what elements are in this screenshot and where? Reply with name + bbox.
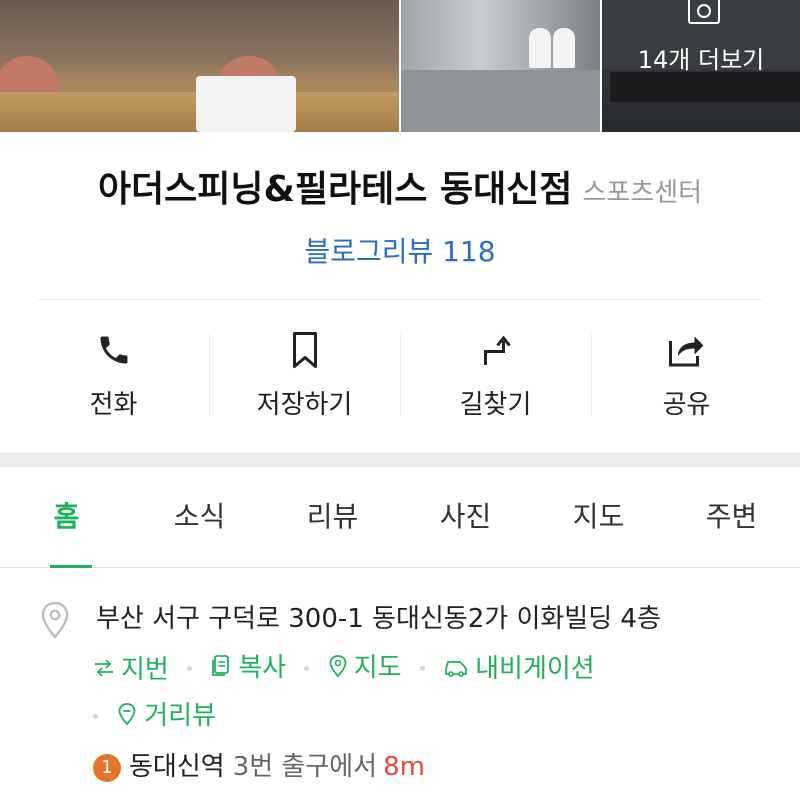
copy-link[interactable]: 복사 [210,647,286,684]
tab-nearby[interactable]: 주변 [665,467,798,567]
map-label: 지도 [353,653,402,683]
photo-floor [401,70,600,132]
call-label: 전화 [89,390,138,420]
photo-laptop [196,76,296,132]
save-button[interactable]: 저장하기 [209,330,400,420]
jibun-link[interactable]: 지번 [93,649,169,686]
camera-icon [688,0,720,24]
tab-home[interactable]: 홈 [0,467,133,568]
map-link[interactable]: 지도 [328,647,402,684]
navigation-label: 내비게이션 [475,654,595,684]
station-exit: 3번 출구에서 [232,752,378,782]
jibun-label: 지번 [121,655,169,685]
separator-dot [304,665,310,671]
photo-chair [529,28,551,68]
street-view-icon [118,702,136,725]
share-label: 공유 [662,390,711,420]
directions-label: 길찾기 [459,390,532,420]
place-title-bar: 아더스피닝&필라테스 동대신점 스포츠센터 [0,160,800,212]
tab-reviews[interactable]: 리뷰 [266,467,399,567]
street-view-label: 거리뷰 [144,701,217,731]
phone-icon [100,336,127,364]
tab-map[interactable]: 지도 [532,467,665,567]
subway-line-badge: 1 [93,754,121,782]
copy-label: 복사 [238,653,287,683]
subway-info: 1 동대신역 3번 출구에서 8m [93,746,425,783]
call-button[interactable]: 전화 [18,330,209,420]
copy-icon [212,654,230,676]
share-button[interactable]: 공유 [591,330,782,420]
action-bar: 전화 저장하기 길찾기 공유 [18,330,782,420]
separator-dot [187,665,193,671]
tab-photos[interactable]: 사진 [399,467,532,567]
navigation-link[interactable]: 내비게이션 [443,648,595,685]
directions-icon [483,335,511,365]
place-category: 스포츠센터 [582,178,703,208]
divider [38,299,762,300]
location-pin-icon [41,601,69,639]
photo-1[interactable] [0,0,399,132]
section-gap [0,453,800,467]
directions-button[interactable]: 길찾기 [400,330,591,420]
station-distance: 8m [383,752,425,782]
swap-icon [95,658,113,677]
photo-2[interactable] [401,0,600,132]
address-links-row2: 거리뷰 [93,695,226,733]
bookmark-icon [292,332,317,368]
photo-chair [0,56,58,96]
car-icon [445,660,468,677]
street-view-link[interactable]: 거리뷰 [116,695,216,732]
separator-dot [93,713,98,719]
station-name: 동대신역 [129,752,225,782]
save-label: 저장하기 [256,390,353,420]
separator-dot [419,665,425,671]
photo-gallery[interactable]: 14개 더보기 [0,0,800,132]
place-name: 아더스피닝&필라테스 동대신점 [97,169,573,210]
blog-review-link[interactable]: 블로그리뷰 118 [0,230,800,270]
map-pin-icon [329,654,347,677]
address-text: 부산 서구 구덕로 300-1 동대신동2가 이화빌딩 4층 [96,604,661,634]
tab-bar: 홈 소식 리뷰 사진 지도 주변 [0,467,800,568]
address-links: 지번 복사 지도 내비게이션 [93,647,605,686]
tab-news[interactable]: 소식 [133,467,266,567]
photo-chair [553,28,575,68]
more-photos-label[interactable]: 14개 더보기 [602,40,800,75]
share-icon [668,336,703,367]
photo-3-more[interactable]: 14개 더보기 [602,0,800,132]
